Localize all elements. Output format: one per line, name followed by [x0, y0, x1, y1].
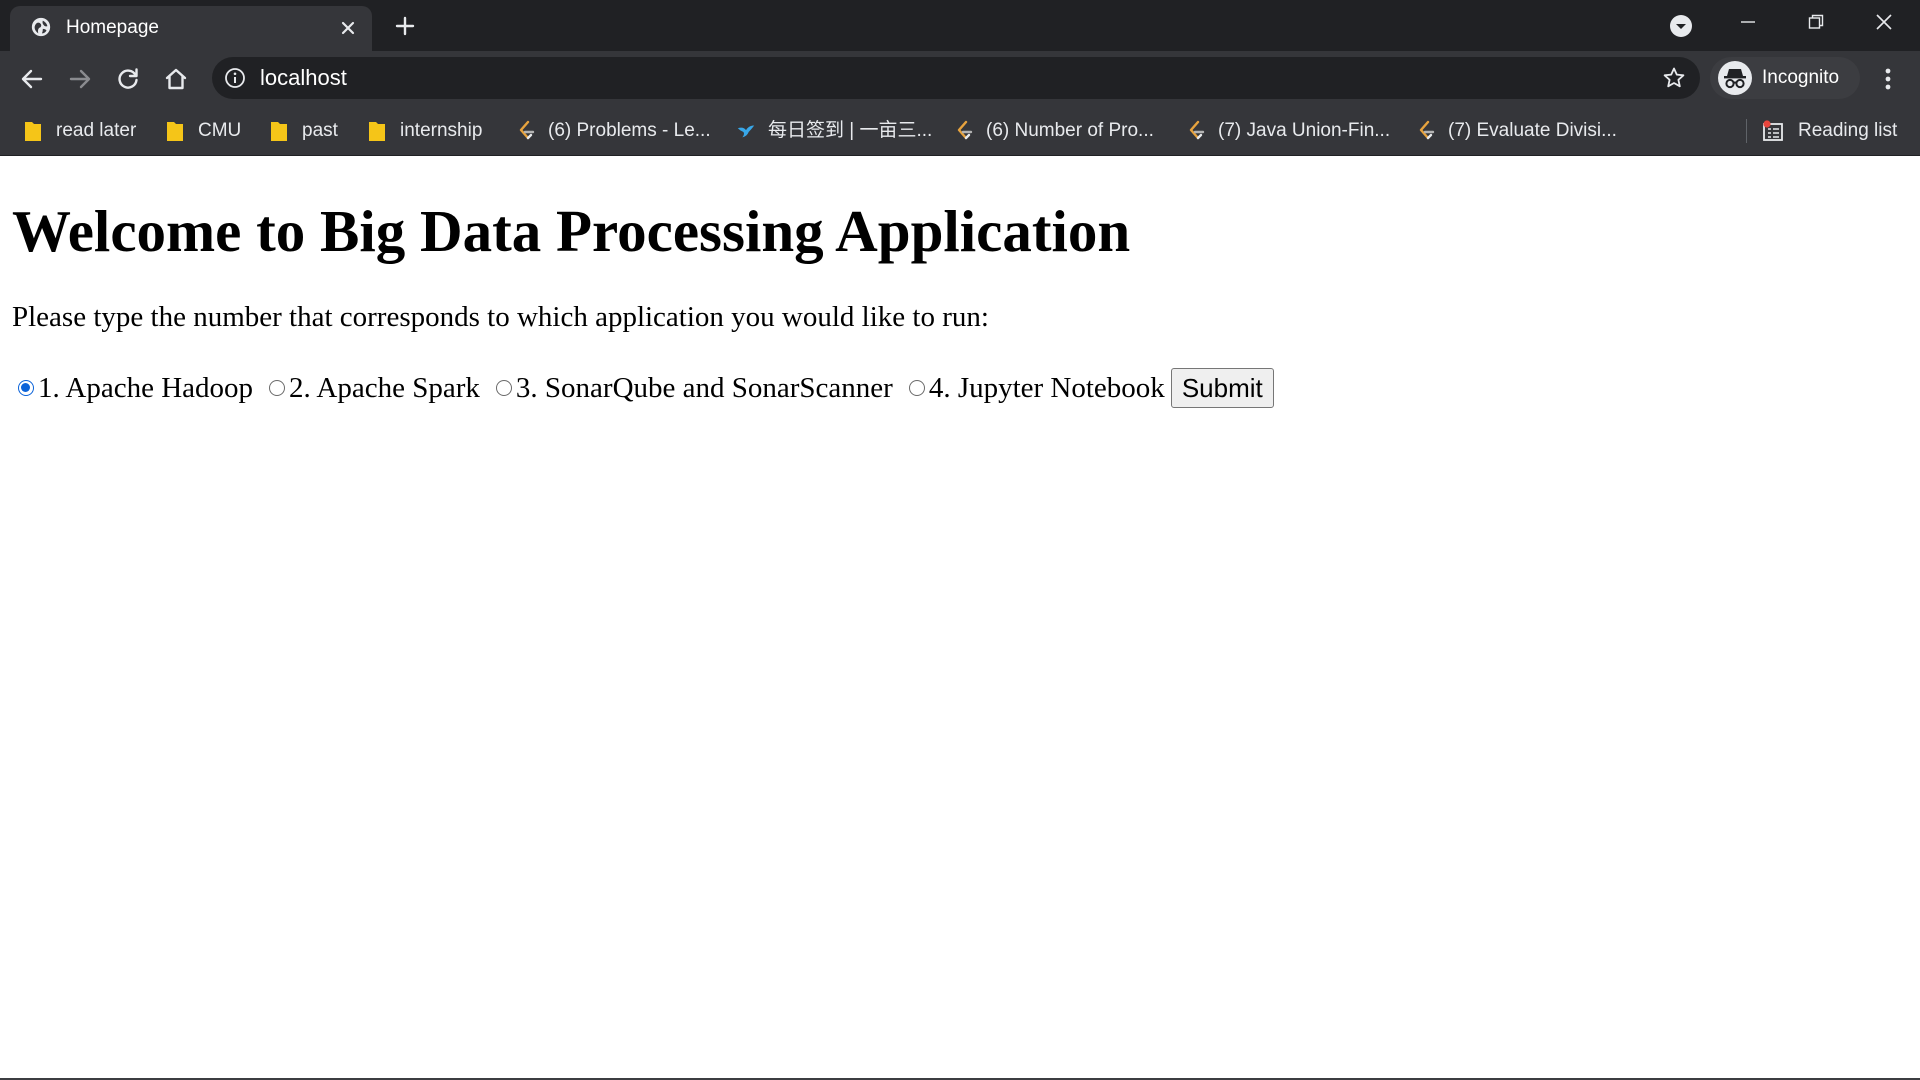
bookmark-label: (6) Number of Pro... — [986, 120, 1154, 141]
option-apache-hadoop[interactable]: 1. Apache Hadoop — [12, 371, 253, 405]
option-apache-spark[interactable]: 2. Apache Spark — [263, 371, 480, 405]
option-label: 1. Apache Hadoop — [38, 372, 254, 404]
minimize-icon — [1741, 21, 1755, 23]
tab-homepage[interactable]: Homepage — [10, 6, 372, 51]
back-button[interactable] — [16, 63, 48, 95]
application-choice-form: 1. Apache Hadoop 2. Apache Spark 3. Sona… — [12, 366, 1274, 410]
bookmark-label: (7) Evaluate Divisi... — [1448, 120, 1617, 141]
incognito-profile-button[interactable]: Incognito — [1710, 57, 1860, 99]
globe-icon — [31, 17, 51, 37]
tab-strip: Homepage — [0, 0, 1920, 51]
star-icon[interactable] — [1662, 66, 1686, 90]
option-jupyter-notebook[interactable]: 4. Jupyter Notebook — [903, 371, 1165, 405]
folder-icon — [271, 122, 287, 141]
bookmark-daily-checkin[interactable]: 每日签到 | 一亩三... — [736, 117, 932, 145]
reading-list-icon — [1763, 120, 1783, 141]
leetcode-icon — [519, 120, 535, 140]
bookmark-internship[interactable]: internship — [368, 117, 482, 145]
kebab-menu-icon — [1885, 68, 1891, 90]
info-icon[interactable] — [224, 67, 246, 89]
profile-label: Incognito — [1762, 67, 1840, 88]
bookmark-label: 每日签到 | 一亩三... — [768, 120, 933, 141]
bookmark-label: (6) Problems - Le... — [548, 120, 711, 141]
home-button[interactable] — [160, 63, 192, 95]
option-label: 3. SonarQube and SonarScanner — [515, 372, 893, 404]
radio-jupyter-notebook[interactable] — [908, 380, 925, 396]
radio-apache-spark[interactable] — [269, 380, 286, 396]
toolbar: localhost Incognito — [0, 51, 1920, 107]
close-icon[interactable] — [338, 18, 358, 38]
reading-list-label: Reading list — [1798, 120, 1898, 141]
incognito-icon — [1718, 61, 1752, 95]
bookmark-past[interactable]: past — [270, 117, 338, 145]
bookmark-label: (7) Java Union-Fin... — [1218, 120, 1391, 141]
instruction-text: Please type the number that corresponds … — [12, 301, 989, 333]
page-content: Welcome to Big Data Processing Applicati… — [0, 156, 1920, 1080]
bookmark-number-of-problems[interactable]: (6) Number of Pro... — [954, 117, 1154, 145]
bookmark-label: read later — [56, 120, 137, 141]
folder-icon — [25, 122, 41, 141]
close-icon — [1876, 14, 1892, 30]
radio-sonarqube[interactable] — [495, 380, 512, 396]
leetcode-icon — [1189, 120, 1205, 140]
forward-button[interactable] — [64, 63, 96, 95]
plus-icon[interactable] — [392, 13, 418, 39]
minimize-button[interactable] — [1714, 0, 1782, 44]
leetcode-icon — [1419, 120, 1435, 140]
bookmarks-divider — [1746, 119, 1747, 143]
page-title: Welcome to Big Data Processing Applicati… — [12, 198, 1131, 264]
tab-search-icon[interactable] — [1668, 13, 1694, 39]
bookmark-java-union-find[interactable]: (7) Java Union-Fin... — [1186, 117, 1390, 145]
reading-list-button[interactable]: Reading list — [1762, 117, 1897, 145]
folder-icon — [167, 122, 183, 141]
browser-menu-button[interactable] — [1874, 63, 1902, 95]
home-icon — [165, 68, 187, 90]
address-bar[interactable]: localhost — [212, 57, 1700, 99]
restore-button[interactable] — [1782, 0, 1850, 44]
bookmark-problems-leetcode[interactable]: (6) Problems - Le... — [516, 117, 711, 145]
tab-title: Homepage — [66, 17, 159, 38]
option-label: 4. Jupyter Notebook — [928, 372, 1165, 404]
reload-icon — [118, 68, 138, 89]
restore-icon — [1808, 14, 1824, 29]
submit-button[interactable]: Submit — [1170, 368, 1274, 408]
window-close-button[interactable] — [1850, 0, 1918, 44]
reload-button[interactable] — [112, 63, 144, 95]
arrow-right-icon — [69, 69, 91, 89]
bookmark-read-later[interactable]: read later — [24, 117, 136, 145]
arrow-left-icon — [21, 69, 43, 89]
bookmark-label: past — [302, 120, 338, 141]
browser-window: Homepage localhost Incognito read later … — [0, 0, 1920, 1080]
bookmark-cmu[interactable]: CMU — [166, 117, 241, 145]
option-sonarqube[interactable]: 3. SonarQube and SonarScanner — [490, 371, 893, 405]
bookmark-label: internship — [400, 120, 483, 141]
radio-apache-hadoop[interactable] — [18, 380, 34, 396]
leetcode-icon — [957, 120, 973, 140]
bird-icon — [737, 125, 755, 138]
bookmarks-bar: read later CMU past internship (6) Probl… — [0, 107, 1920, 156]
folder-icon — [369, 122, 385, 141]
bookmark-evaluate-division[interactable]: (7) Evaluate Divisi... — [1416, 117, 1617, 145]
option-label: 2. Apache Spark — [289, 372, 480, 404]
bookmark-label: CMU — [198, 120, 242, 141]
url-text[interactable]: localhost — [260, 65, 347, 91]
